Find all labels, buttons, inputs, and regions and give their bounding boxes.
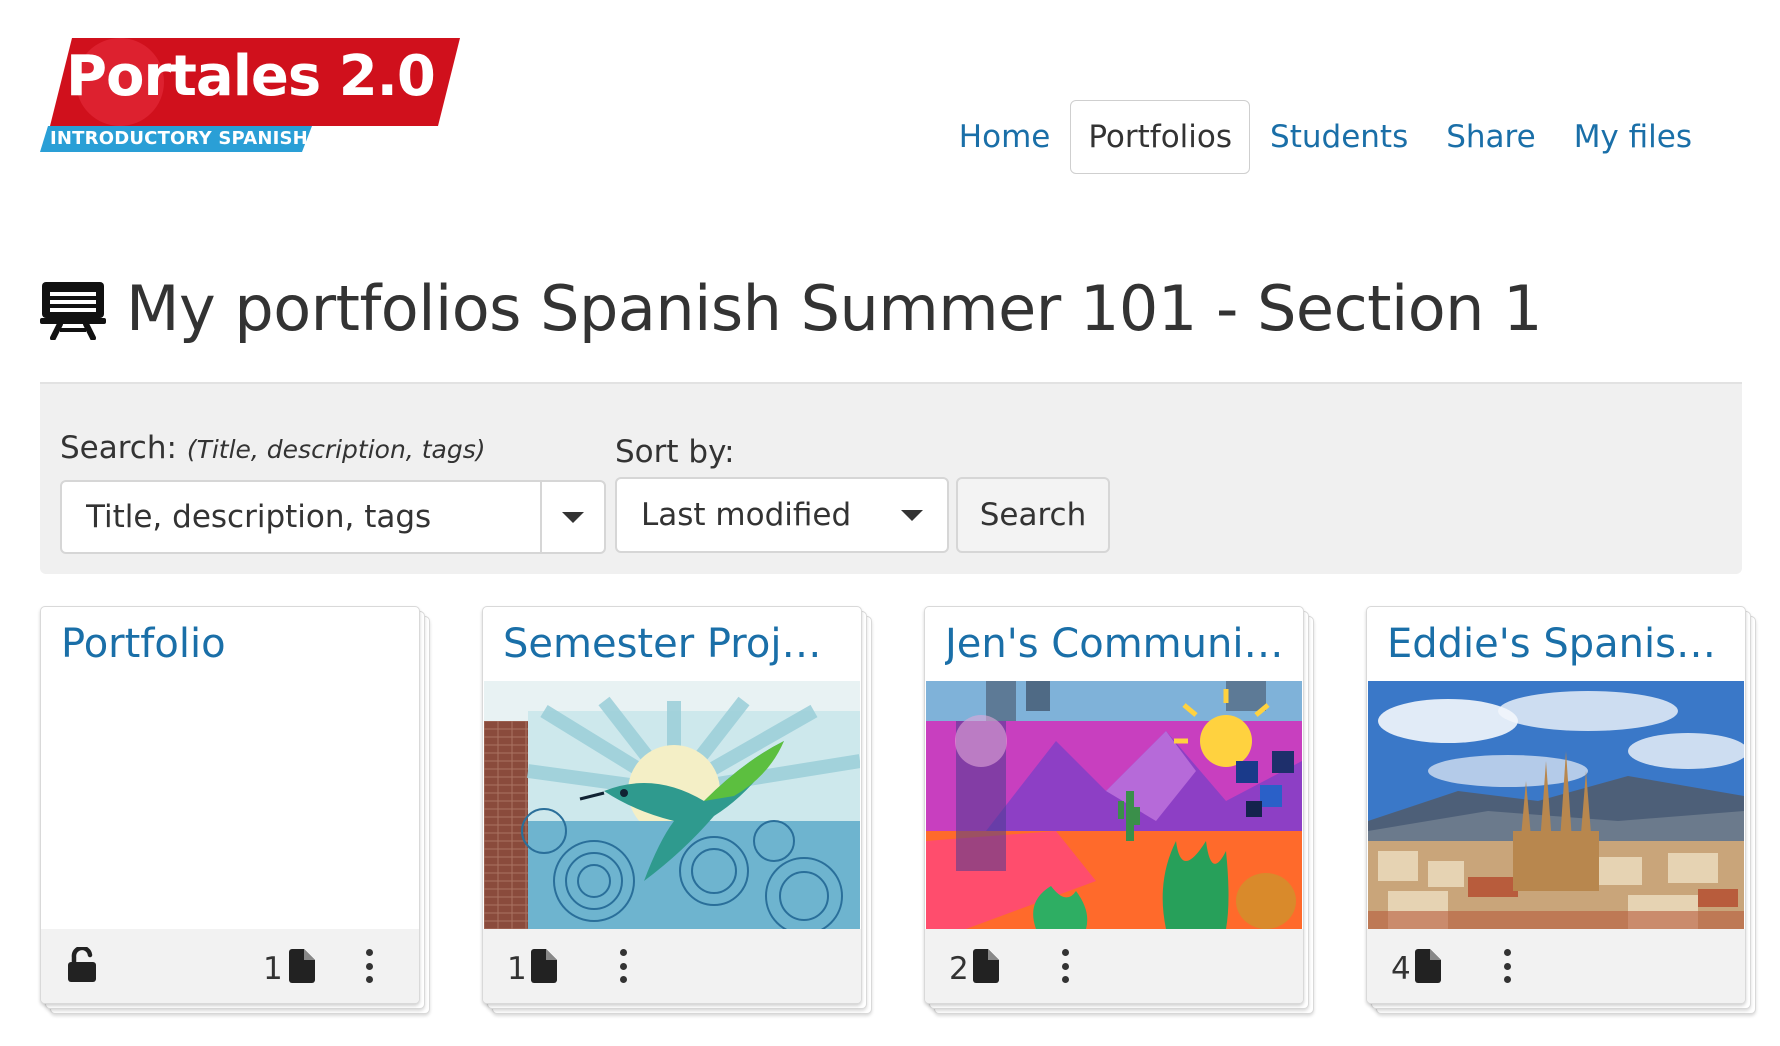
nav-my-files[interactable]: My files — [1556, 100, 1710, 174]
sort-value: Last modified — [641, 497, 852, 533]
more-options-icon[interactable] — [363, 949, 375, 983]
logo-title: Portales 2.0 — [66, 44, 436, 109]
main-nav: Home Portfolios Students Share My files — [939, 100, 1710, 174]
search-input[interactable] — [62, 482, 540, 552]
more-options-icon[interactable] — [1501, 949, 1513, 983]
card-thumbnail[interactable] — [1368, 681, 1744, 929]
portfolio-card: Jen's Communit... 2 — [924, 606, 1314, 1016]
nav-students[interactable]: Students — [1252, 100, 1426, 174]
caret-down-icon — [562, 511, 584, 523]
search-field — [60, 480, 606, 554]
portfolio-card-body[interactable]: Eddie's Spanish ... 4 — [1366, 606, 1746, 1004]
page-header: My portfolios Spanish Summer 101 - Secti… — [40, 272, 1543, 345]
nav-portfolios[interactable]: Portfolios — [1070, 100, 1251, 174]
portfolio-card-body[interactable]: Semester Projec... 1 — [482, 606, 862, 1004]
search-button[interactable]: Search — [956, 477, 1110, 553]
logo-subtitle: INTRODUCTORY SPANISH — [50, 128, 308, 149]
sort-label: Sort by: — [615, 434, 735, 470]
portfolio-card: Semester Projec... 1 — [482, 606, 872, 1016]
portfolio-card-body[interactable]: Jen's Communit... 2 — [924, 606, 1304, 1004]
card-title[interactable]: Portfolio — [61, 621, 401, 667]
unlock-icon[interactable] — [67, 947, 97, 983]
file-icon — [531, 949, 557, 983]
card-title[interactable]: Eddie's Spanish ... — [1387, 621, 1727, 667]
sort-select[interactable]: Last modified — [615, 477, 949, 553]
card-footer: 4 — [1367, 929, 1745, 1003]
barcelona-skyline-image — [1368, 681, 1744, 929]
presentation-board-icon — [40, 281, 106, 340]
portfolio-card: Eddie's Spanish ... 4 — [1366, 606, 1756, 1016]
hummingbird-mural-image — [484, 681, 860, 929]
card-title[interactable]: Semester Projec... — [503, 621, 843, 667]
page-title: My portfolios Spanish Summer 101 - Secti… — [126, 272, 1543, 345]
more-options-icon[interactable] — [1059, 949, 1071, 983]
search-label-text: Search: — [60, 430, 177, 466]
portfolio-card-body[interactable]: Portfolio 1 — [40, 606, 420, 1004]
card-thumbnail[interactable] — [926, 681, 1302, 929]
card-thumbnail[interactable] — [484, 681, 860, 929]
portales-logo[interactable]: Portales 2.0 INTRODUCTORY SPANISH — [40, 38, 460, 158]
search-hint: (Title, description, tags) — [186, 435, 486, 464]
search-dropdown-toggle[interactable] — [540, 482, 604, 552]
file-icon — [1415, 949, 1441, 983]
card-title[interactable]: Jen's Communit... — [945, 621, 1285, 667]
file-count: 2 — [949, 951, 969, 987]
file-icon — [973, 949, 999, 983]
portfolio-card: Portfolio 1 — [40, 606, 430, 1016]
nav-share[interactable]: Share — [1428, 100, 1553, 174]
file-count: 4 — [1391, 951, 1411, 987]
file-icon — [289, 949, 315, 983]
search-label: Search: (Title, description, tags) — [60, 430, 485, 466]
nav-home[interactable]: Home — [941, 100, 1069, 174]
search-panel: Search: (Title, description, tags) Sort … — [40, 384, 1742, 574]
file-count: 1 — [263, 951, 283, 987]
card-footer: 2 — [925, 929, 1303, 1003]
card-footer: 1 — [41, 929, 419, 1003]
file-count: 1 — [507, 951, 527, 987]
card-footer: 1 — [483, 929, 861, 1003]
caret-down-icon — [901, 509, 923, 521]
desert-mural-image — [926, 681, 1302, 929]
more-options-icon[interactable] — [617, 949, 629, 983]
